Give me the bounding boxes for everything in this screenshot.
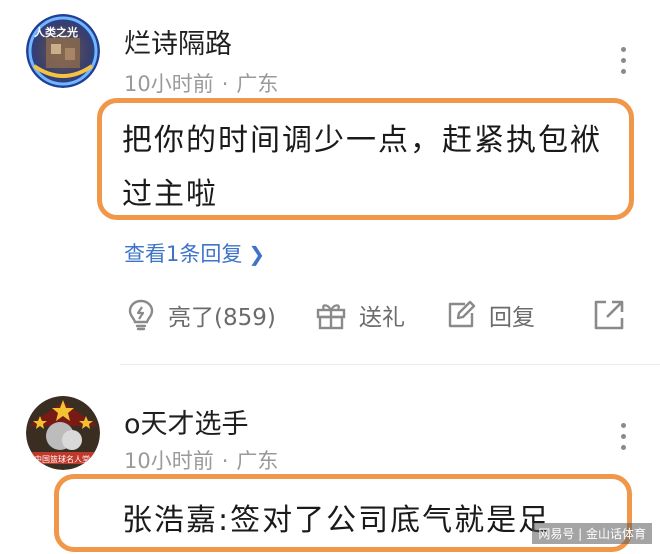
- reply-button[interactable]: 回复: [445, 295, 535, 335]
- gift-button[interactable]: 送礼: [315, 295, 405, 335]
- avatar-badge-text: 人类之光: [34, 26, 78, 39]
- comment-2-location: 广东: [236, 449, 279, 473]
- reply-label: 回复: [489, 305, 535, 331]
- view-replies-label: 查看1条回复: [124, 242, 243, 266]
- share-button[interactable]: [592, 295, 626, 335]
- comment-1-more-icon[interactable]: [614, 44, 634, 78]
- comment-1-location: 广东: [236, 72, 279, 96]
- edit-icon: [448, 300, 476, 328]
- comment-1-avatar[interactable]: 人类之光: [26, 14, 100, 88]
- share-icon: [594, 300, 624, 330]
- comment-1-line-2: 过主啦: [122, 177, 218, 212]
- comment-2-meta: 10小时前 · 广东: [124, 445, 278, 475]
- chevron-right-icon: ❯: [248, 242, 266, 266]
- comment-2-more-icon[interactable]: [614, 420, 634, 454]
- comment-1-line-1: 把你的时间调少一点，赶紧执包袱: [122, 123, 602, 158]
- comment-1-text: 把你的时间调少一点，赶紧执包袱 过主啦: [122, 114, 622, 222]
- like-button[interactable]: 亮了(859): [126, 295, 276, 335]
- view-replies-link[interactable]: 查看1条回复 ❯: [124, 238, 265, 268]
- gift-icon: [316, 304, 346, 330]
- gift-label: 送礼: [359, 305, 405, 331]
- like-count-label: 亮了(859): [168, 305, 276, 331]
- comment-1-username[interactable]: 烂诗隔路: [124, 22, 232, 61]
- comment-divider: [120, 364, 660, 365]
- comment-2-avatar[interactable]: 中国篮球名人堂: [26, 396, 100, 470]
- comment-2-username[interactable]: o天才选手: [124, 402, 249, 441]
- meta-separator: ·: [221, 449, 229, 473]
- comment-1-meta: 10小时前 · 广东: [124, 68, 278, 98]
- watermark: 网易号 | 金山话体育: [532, 523, 652, 544]
- meta-separator: ·: [221, 72, 229, 96]
- comment-1-time: 10小时前: [124, 72, 214, 96]
- comment-2-time: 10小时前: [124, 449, 214, 473]
- lightbulb-icon: [128, 299, 154, 331]
- avatar-badge-text: 中国篮球名人堂: [34, 455, 90, 464]
